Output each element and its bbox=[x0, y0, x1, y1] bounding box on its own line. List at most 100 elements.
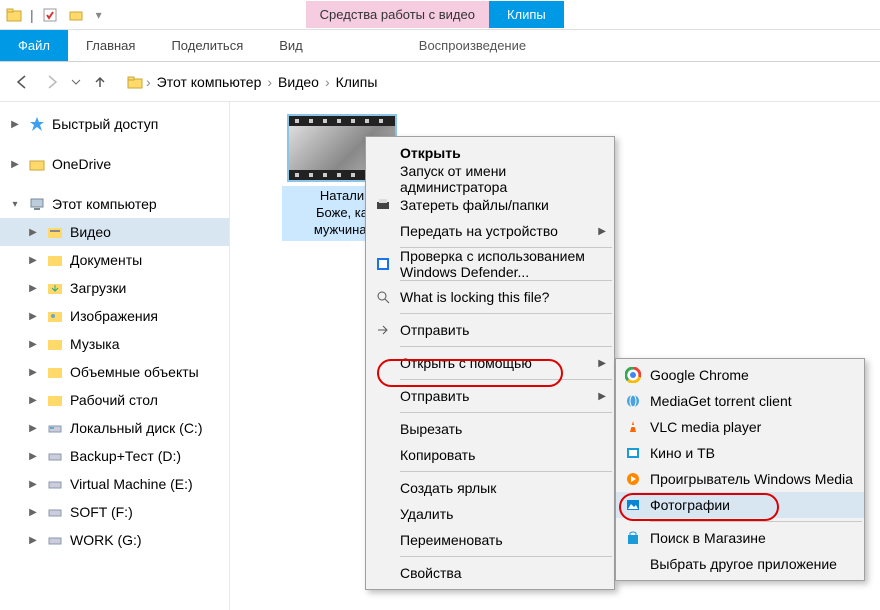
chevron-down-icon[interactable]: ▾ bbox=[8, 199, 22, 210]
openwith-photos[interactable]: Фотографии bbox=[616, 492, 864, 518]
menu-copy[interactable]: Копировать bbox=[366, 442, 614, 468]
pc-icon bbox=[28, 195, 46, 213]
tree-label: WORK (G:) bbox=[70, 532, 142, 548]
tree-documents[interactable]: ▶ Документы bbox=[0, 246, 229, 274]
chevron-right-icon[interactable]: ▶ bbox=[26, 507, 40, 518]
shield-icon bbox=[366, 256, 400, 272]
tab-playback[interactable]: Воспроизведение bbox=[401, 30, 544, 61]
tree-pictures[interactable]: ▶ Изображения bbox=[0, 302, 229, 330]
openwith-movies-tv[interactable]: Кино и ТВ bbox=[616, 440, 864, 466]
chevron-right-icon[interactable]: ▶ bbox=[26, 339, 40, 350]
tree-onedrive[interactable]: ▶ OneDrive bbox=[0, 150, 229, 178]
folder-icon bbox=[28, 155, 46, 173]
navigation-bar: › Этот компьютер › Видео › Клипы bbox=[0, 62, 880, 102]
menu-separator bbox=[400, 412, 612, 413]
tree-label: Загрузки bbox=[70, 280, 126, 296]
drive-icon bbox=[46, 447, 64, 465]
openwith-vlc[interactable]: VLC media player bbox=[616, 414, 864, 440]
breadcrumb-clips[interactable]: Клипы bbox=[336, 74, 378, 90]
tree-quick-access[interactable]: ▶ Быстрый доступ bbox=[0, 110, 229, 138]
breadcrumb-this-pc[interactable]: Этот компьютер bbox=[157, 74, 262, 90]
music-folder-icon bbox=[46, 335, 64, 353]
chevron-right-icon[interactable]: › bbox=[325, 74, 330, 90]
breadcrumb-videos[interactable]: Видео bbox=[278, 74, 319, 90]
chevron-right-icon[interactable]: ▶ bbox=[26, 227, 40, 238]
folder-icon[interactable] bbox=[4, 5, 24, 25]
chevron-right-icon[interactable]: ▶ bbox=[26, 283, 40, 294]
menu-open-with[interactable]: Открыть с помощью▶ bbox=[366, 350, 614, 376]
openwith-other[interactable]: Выбрать другое приложение bbox=[616, 551, 864, 577]
chrome-icon bbox=[616, 367, 650, 383]
history-dropdown[interactable] bbox=[68, 68, 84, 96]
film-icon bbox=[616, 445, 650, 461]
store-icon bbox=[616, 530, 650, 546]
pictures-folder-icon bbox=[46, 307, 64, 325]
chevron-right-icon[interactable]: ▶ bbox=[26, 479, 40, 490]
menu-delete[interactable]: Удалить bbox=[366, 501, 614, 527]
tree-soft-f[interactable]: ▶ SOFT (F:) bbox=[0, 498, 229, 526]
tab-share[interactable]: Поделиться bbox=[153, 30, 261, 61]
tree-vm-e[interactable]: ▶ Virtual Machine (E:) bbox=[0, 470, 229, 498]
tree-3d-objects[interactable]: ▶ Объемные объекты bbox=[0, 358, 229, 386]
menu-send-1[interactable]: Отправить bbox=[366, 317, 614, 343]
3d-folder-icon bbox=[46, 363, 64, 381]
menu-separator bbox=[400, 471, 612, 472]
menu-separator bbox=[400, 313, 612, 314]
tree-label: Музыка bbox=[70, 336, 120, 352]
forward-button[interactable] bbox=[38, 68, 66, 96]
qat-dropdown-icon[interactable]: ▾ bbox=[96, 8, 102, 22]
chevron-right-icon[interactable]: ▶ bbox=[26, 423, 40, 434]
menu-erase[interactable]: Затереть файлы/папки bbox=[366, 192, 614, 218]
tree-desktop[interactable]: ▶ Рабочий стол bbox=[0, 386, 229, 414]
tab-view[interactable]: Вид bbox=[261, 30, 321, 61]
chevron-right-icon[interactable]: › bbox=[146, 74, 151, 90]
tree-label: Видео bbox=[70, 224, 111, 240]
tree-downloads[interactable]: ▶ Загрузки bbox=[0, 274, 229, 302]
chevron-right-icon[interactable]: ▶ bbox=[26, 367, 40, 378]
openwith-store[interactable]: Поиск в Магазине bbox=[616, 525, 864, 551]
menu-defender[interactable]: Проверка с использованием Windows Defend… bbox=[366, 251, 614, 277]
chevron-right-icon[interactable]: ▶ bbox=[26, 395, 40, 406]
chevron-right-icon[interactable]: ▶ bbox=[26, 451, 40, 462]
chevron-right-icon[interactable]: ▶ bbox=[8, 159, 22, 170]
ribbon-tabs: Файл Главная Поделиться Вид Воспроизведе… bbox=[0, 30, 880, 62]
tree-music[interactable]: ▶ Музыка bbox=[0, 330, 229, 358]
menu-send-2[interactable]: Отправить▶ bbox=[366, 383, 614, 409]
openwith-chrome[interactable]: Google Chrome bbox=[616, 362, 864, 388]
search-icon bbox=[366, 289, 400, 305]
menu-properties[interactable]: Свойства bbox=[366, 560, 614, 586]
menu-separator bbox=[400, 379, 612, 380]
tree-this-pc[interactable]: ▾ Этот компьютер bbox=[0, 190, 229, 218]
tree-work-g[interactable]: ▶ WORK (G:) bbox=[0, 526, 229, 554]
tab-home[interactable]: Главная bbox=[68, 30, 153, 61]
context-tools-label: Средства работы с видео bbox=[306, 1, 489, 28]
menu-rename[interactable]: Переименовать bbox=[366, 527, 614, 553]
back-button[interactable] bbox=[8, 68, 36, 96]
menu-what-locking[interactable]: What is locking this file? bbox=[366, 284, 614, 310]
openwith-mediaget[interactable]: MediaGet torrent client bbox=[616, 388, 864, 414]
downloads-folder-icon bbox=[46, 279, 64, 297]
folder-small-icon[interactable] bbox=[66, 5, 86, 25]
up-button[interactable] bbox=[86, 68, 114, 96]
tree-label: Локальный диск (C:) bbox=[70, 420, 203, 436]
menu-run-as-admin[interactable]: Запуск от имени администратора bbox=[366, 166, 614, 192]
openwith-wmp[interactable]: Проигрыватель Windows Media bbox=[616, 466, 864, 492]
chevron-right-icon[interactable]: ▶ bbox=[8, 119, 22, 130]
tree-videos[interactable]: ▶ Видео bbox=[0, 218, 229, 246]
tree-backup-d[interactable]: ▶ Backup+Тест (D:) bbox=[0, 442, 229, 470]
chevron-right-icon[interactable]: ▶ bbox=[26, 311, 40, 322]
menu-separator bbox=[650, 521, 862, 522]
menu-shortcut[interactable]: Создать ярлык bbox=[366, 475, 614, 501]
chevron-right-icon[interactable]: ▶ bbox=[26, 535, 40, 546]
properties-icon[interactable] bbox=[40, 5, 60, 25]
chevron-right-icon[interactable]: › bbox=[267, 74, 272, 90]
navigation-pane: ▶ Быстрый доступ ▶ OneDrive ▾ Этот компь… bbox=[0, 102, 230, 610]
menu-cast[interactable]: Передать на устройство▶ bbox=[366, 218, 614, 244]
tab-file[interactable]: Файл bbox=[0, 30, 68, 61]
breadcrumb[interactable]: › Этот компьютер › Видео › Клипы bbox=[126, 73, 381, 91]
drive-icon bbox=[46, 531, 64, 549]
menu-cut[interactable]: Вырезать bbox=[366, 416, 614, 442]
tree-local-c[interactable]: ▶ Локальный диск (C:) bbox=[0, 414, 229, 442]
photos-icon bbox=[616, 497, 650, 513]
chevron-right-icon[interactable]: ▶ bbox=[26, 255, 40, 266]
